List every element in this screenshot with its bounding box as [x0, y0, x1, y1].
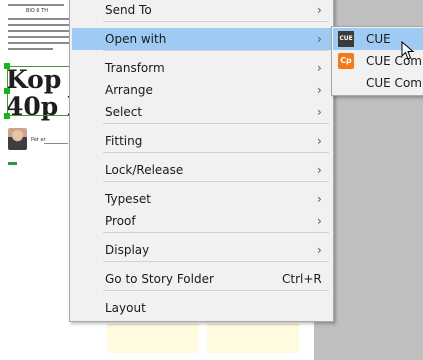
empty-frame[interactable] [207, 324, 299, 353]
menu-item-label: Open with [105, 32, 167, 46]
text-line [8, 30, 70, 32]
menu-item-label: Layout [105, 301, 146, 315]
menu-item-proof[interactable]: Proof › [72, 210, 331, 232]
open-with-submenu: CUECUECpCUE CompCUE Comp [331, 26, 423, 96]
menu-separator [103, 50, 329, 51]
menu-separator [103, 261, 329, 262]
submenu-item-label: CUE Comp [366, 76, 423, 90]
text-line [8, 48, 53, 50]
menu-item-label: Select [105, 105, 143, 119]
chevron-right-icon: › [317, 192, 322, 206]
menu-separator [103, 232, 329, 233]
chevron-right-icon: › [317, 83, 322, 97]
chevron-right-icon: › [317, 105, 322, 119]
chevron-right-icon: › [317, 32, 322, 46]
menu-item-label: Go to Story Folder [105, 272, 214, 286]
menu-item-transform[interactable]: Transform › [72, 57, 331, 79]
menu-item-label: Proof [105, 214, 136, 228]
cue-composer-icon: Cp [338, 53, 354, 69]
context-menu: Send To › Open with › Transform › Arrange › Sele… [69, 0, 334, 322]
cue-app-icon: CUE [338, 31, 354, 47]
menu-item-label: Typeset [105, 192, 151, 206]
text-line [8, 42, 70, 44]
selection-handle[interactable] [4, 63, 10, 69]
empty-frame[interactable] [107, 324, 199, 353]
menu-separator [103, 290, 329, 291]
menu-item-label: Lock/Release [105, 163, 184, 177]
text-line [8, 4, 64, 6]
submenu-item-label: CUE [366, 32, 391, 46]
menu-item-typeset[interactable]: Typeset › [72, 188, 331, 210]
chevron-right-icon: › [317, 3, 322, 17]
menu-separator [103, 181, 329, 182]
menu-item-open-with[interactable]: Open with › [72, 28, 331, 50]
menu-separator [103, 21, 329, 22]
chevron-right-icon: › [317, 243, 322, 257]
menu-item-select[interactable]: Select › [72, 101, 331, 123]
chevron-right-icon: › [317, 163, 322, 177]
menu-item-display[interactable]: Display › [72, 239, 331, 261]
menu-item-send-to[interactable]: Send To › [72, 0, 331, 21]
menu-item-fitting[interactable]: Fitting › [72, 130, 331, 152]
menu-item-label: Display [105, 243, 150, 257]
menu-item-label: Fitting [105, 134, 143, 148]
menu-separator [103, 123, 329, 124]
selection-frame [7, 66, 73, 116]
chevron-right-icon: › [317, 134, 322, 148]
author-avatar [8, 128, 27, 150]
menu-item-label: Arrange [105, 83, 153, 97]
menu-item-lock-release[interactable]: Lock/Release › [72, 159, 331, 181]
menu-item-label: Send To [105, 3, 152, 17]
text-line [8, 18, 70, 20]
menu-item-go-to-story-folder[interactable]: Go to Story Folder Ctrl+R [72, 268, 331, 290]
menu-item-shortcut: Ctrl+R [282, 272, 322, 286]
menu-item-layout[interactable]: Layout [72, 297, 331, 319]
status-marker [8, 162, 17, 165]
text-line [8, 24, 70, 26]
section-tag: BIO 6 TH [26, 8, 49, 14]
selection-handle[interactable] [4, 88, 10, 94]
text-line [44, 143, 68, 144]
menu-separator [103, 152, 329, 153]
menu-item-arrange[interactable]: Arrange › [72, 79, 331, 101]
chevron-right-icon: › [317, 61, 322, 75]
selection-handle[interactable] [4, 113, 10, 119]
menu-item-label: Transform [105, 61, 165, 75]
submenu-item-cue-comp-2[interactable]: CUE Comp [333, 72, 423, 94]
mouse-cursor-icon [401, 41, 415, 60]
chevron-right-icon: › [317, 214, 322, 228]
text-line [8, 36, 70, 38]
